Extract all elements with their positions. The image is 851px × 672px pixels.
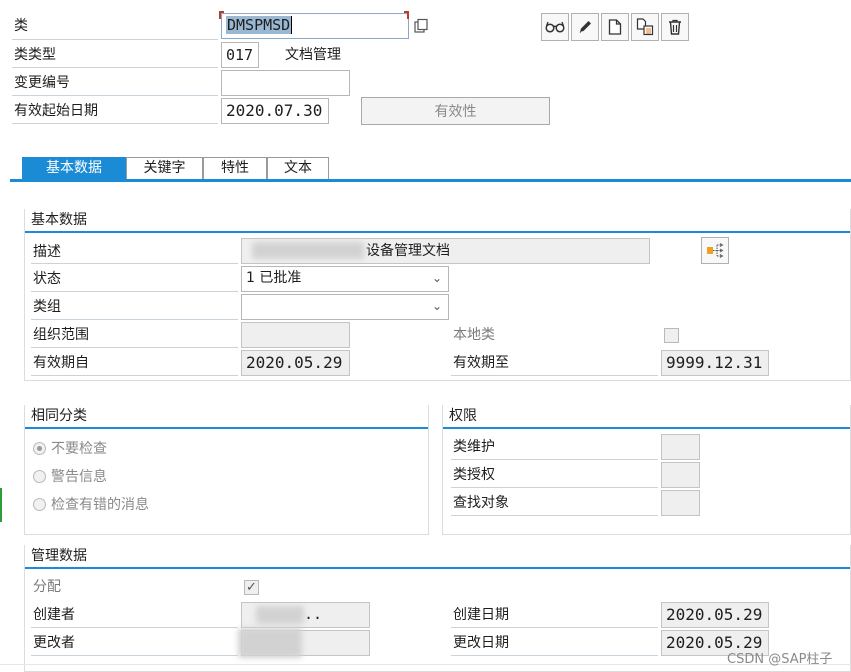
label-underline — [451, 627, 658, 628]
pencil-icon — [579, 21, 591, 33]
valid-from-label: 有效期自 — [33, 355, 89, 371]
changed-date-label: 更改日期 — [453, 635, 509, 651]
label-underline — [12, 123, 218, 124]
valid-from-field[interactable]: 2020.05.29 — [241, 350, 350, 376]
create-button[interactable] — [601, 13, 629, 41]
radio-warning[interactable]: 警告信息 — [33, 466, 107, 486]
radio-warning-label: 警告信息 — [51, 469, 107, 485]
focus-marker-right — [404, 11, 409, 19]
label-underline — [451, 487, 658, 488]
copy-icon — [636, 18, 654, 36]
created-date-field[interactable]: 2020.05.29 — [661, 602, 769, 628]
radio-no-check-label: 不要检查 — [51, 441, 107, 457]
hierarchy-icon — [707, 242, 724, 258]
class-type-label: 类类型 — [14, 47, 56, 63]
chevron-down-icon: ⌄ — [431, 299, 442, 313]
copy-icon — [414, 18, 428, 33]
label-underline — [31, 655, 238, 656]
tab-bar-underline — [10, 179, 851, 182]
copy-small-button[interactable] — [411, 15, 431, 37]
label-underline — [12, 95, 218, 96]
class-grant-label: 类授权 — [453, 467, 495, 483]
focus-marker-left — [219, 11, 224, 19]
authority-title: 权限 — [443, 405, 850, 429]
radio-indicator — [33, 441, 46, 455]
tab-text[interactable]: 文本 — [267, 157, 329, 179]
redacted-text — [252, 242, 364, 259]
tab-basic-data[interactable]: 基本数据 — [22, 157, 126, 179]
copy-button[interactable] — [631, 13, 659, 41]
chevron-down-icon: ⌄ — [431, 271, 442, 285]
org-area-label: 组织范围 — [33, 327, 89, 343]
radio-error-label: 检查有错的消息 — [51, 497, 149, 513]
creator-label: 创建者 — [33, 607, 75, 623]
validity-button[interactable]: 有效性 — [361, 97, 550, 125]
class-type-description: 文档管理 — [285, 47, 341, 63]
class-input[interactable]: DMSPMSD — [221, 13, 409, 39]
label-underline — [451, 515, 658, 516]
tab-strip: 基本数据 关键字 特性 文本 — [22, 157, 329, 179]
class-maint-field[interactable] — [661, 434, 700, 460]
change-number-label: 变更编号 — [14, 75, 70, 91]
basic-data-title: 基本数据 — [25, 209, 850, 233]
bottom-grid-line — [0, 664, 851, 665]
assign-label: 分配 — [33, 579, 61, 595]
class-type-input[interactable]: 017 — [221, 42, 259, 68]
local-class-checkbox[interactable] — [664, 328, 679, 343]
class-input-selection: DMSPMSD — [226, 16, 292, 34]
hierarchy-button[interactable] — [701, 237, 729, 264]
glasses-icon — [545, 21, 565, 33]
display-button[interactable] — [541, 13, 569, 41]
label-underline — [451, 459, 658, 460]
redacted-text — [256, 606, 304, 624]
label-underline — [12, 67, 218, 68]
status-select[interactable]: 1 已批准 ⌄ — [241, 266, 449, 292]
change-button[interactable] — [571, 13, 599, 41]
redacted-text — [238, 628, 302, 658]
org-area-field[interactable] — [241, 322, 350, 348]
watermark: CSDN @SAP柱子 — [727, 652, 833, 667]
label-underline — [31, 319, 238, 320]
local-class-label: 本地类 — [453, 327, 495, 343]
assign-checkbox[interactable]: ✓ — [244, 580, 259, 595]
label-underline — [451, 655, 658, 656]
document-icon — [608, 19, 622, 35]
radio-indicator — [33, 497, 46, 511]
same-class-title: 相同分类 — [25, 405, 428, 429]
change-number-input[interactable] — [221, 70, 350, 96]
validity-button-label: 有效性 — [434, 104, 477, 120]
label-underline — [31, 627, 238, 628]
class-group-label: 类组 — [33, 299, 61, 315]
admin-data-title: 管理数据 — [25, 545, 850, 569]
tab-keywords[interactable]: 关键字 — [126, 157, 203, 179]
left-edge-marker — [0, 488, 2, 522]
class-group-select[interactable]: ⌄ — [241, 294, 449, 320]
label-underline — [31, 375, 238, 376]
class-maint-label: 类维护 — [453, 439, 495, 455]
valid-from-input[interactable]: 2020.07.30 — [221, 98, 329, 124]
radio-indicator — [33, 469, 46, 483]
label-underline — [12, 39, 218, 40]
radio-no-check[interactable]: 不要检查 — [33, 438, 107, 458]
search-object-field[interactable] — [661, 490, 700, 516]
valid-from-label: 有效起始日期 — [14, 103, 98, 119]
class-grant-field[interactable] — [661, 462, 700, 488]
valid-to-field[interactable]: 9999.12.31 — [661, 350, 769, 376]
changer-label: 更改者 — [33, 635, 75, 651]
class-label: 类 — [14, 18, 28, 34]
radio-error[interactable]: 检查有错的消息 — [33, 494, 149, 514]
delete-button[interactable] — [661, 13, 689, 41]
status-select-value: 1 已批准 — [246, 270, 302, 286]
label-underline — [31, 263, 238, 264]
description-label: 描述 — [33, 244, 61, 260]
label-underline — [31, 291, 238, 292]
status-label: 状态 — [33, 271, 61, 287]
search-object-label: 查找对象 — [453, 495, 509, 511]
tab-characteristics[interactable]: 特性 — [203, 157, 267, 179]
valid-to-label: 有效期至 — [453, 355, 509, 371]
label-underline — [31, 347, 238, 348]
created-date-label: 创建日期 — [453, 607, 509, 623]
trash-icon — [669, 19, 681, 35]
label-underline — [451, 375, 658, 376]
